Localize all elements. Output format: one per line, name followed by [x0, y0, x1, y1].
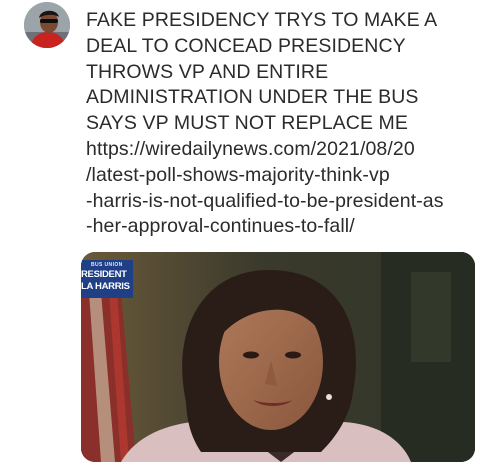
- post-link-line[interactable]: /latest-poll-shows-majority-think-vp: [86, 163, 486, 189]
- avatar[interactable]: [24, 2, 70, 48]
- post-text-line: DEAL TO CONCEAD PRESIDENCY: [86, 34, 406, 57]
- chyron-line-1: RESIDENT: [81, 269, 127, 280]
- post-image[interactable]: BUS UNION RESIDENT LA HARRIS: [81, 252, 475, 462]
- post-link-line[interactable]: https://wiredailynews.com/2021/08/20: [86, 137, 486, 163]
- post-text-line: FAKE PRESIDENCY TRYS TO MAKE A: [86, 9, 438, 31]
- post-text: FAKE PRESIDENCY TRYS TO MAKE A DEAL TO C…: [86, 8, 486, 240]
- post-image-photo: [81, 252, 475, 462]
- post-link-line[interactable]: -her-approval-continues-to-fall/: [86, 214, 486, 240]
- post-text-line: THROWS VP AND ENTIRE: [86, 60, 329, 83]
- chyron-line-2: LA HARRIS: [81, 281, 130, 292]
- post-text-line: SAYS VP MUST NOT REPLACE ME: [86, 112, 409, 135]
- news-chyron: BUS UNION RESIDENT LA HARRIS: [81, 260, 133, 298]
- post-link-line[interactable]: -harris-is-not-qualified-to-be-president…: [86, 189, 486, 215]
- chyron-tag: BUS UNION: [91, 262, 123, 268]
- post-link[interactable]: https://wiredailynews.com/2021/08/20 /la…: [86, 137, 486, 240]
- post-text-line: ADMINISTRATION UNDER THE BUS: [86, 86, 419, 109]
- avatar-image: [24, 2, 70, 48]
